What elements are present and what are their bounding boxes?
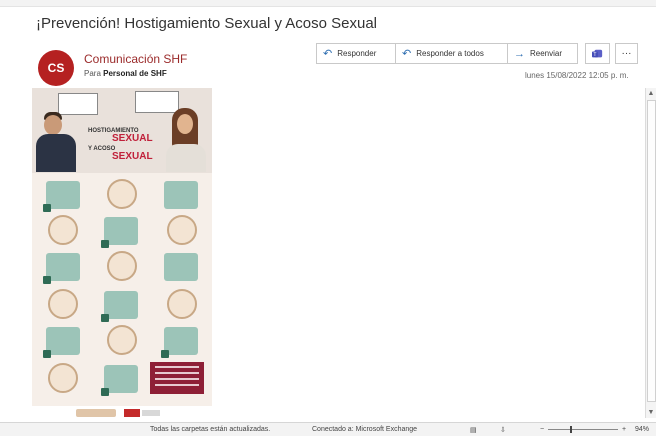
infographic-tile bbox=[48, 363, 78, 393]
scroll-up-icon[interactable]: ▲ bbox=[647, 89, 655, 98]
infographic-tile bbox=[43, 327, 80, 358]
recipients-line: Para Personal de SHF bbox=[84, 69, 167, 78]
infographic-tile bbox=[48, 215, 78, 245]
reading-view-icon[interactable]: ⇩ bbox=[500, 426, 506, 434]
logo-shf bbox=[124, 409, 140, 417]
reply-button[interactable]: ↶ Responder bbox=[316, 43, 396, 64]
teams-button[interactable]: T bbox=[585, 43, 610, 64]
woman-figure-head bbox=[177, 114, 193, 134]
man-figure-head bbox=[44, 115, 62, 135]
to-recipient[interactable]: Personal de SHF bbox=[103, 69, 167, 78]
poster-footer-logos bbox=[76, 407, 166, 419]
infographic-tile bbox=[164, 181, 198, 209]
connection-status-text: Conectado a: Microsoft Exchange bbox=[312, 426, 418, 433]
infographic-tile bbox=[43, 253, 80, 284]
zoom-in-icon[interactable]: + bbox=[622, 426, 626, 433]
zoom-slider-knob[interactable] bbox=[570, 426, 572, 433]
infographic-tile bbox=[167, 289, 197, 319]
to-label: Para bbox=[84, 69, 101, 78]
sender-avatar[interactable]: CS bbox=[38, 50, 74, 86]
teams-icon: T bbox=[592, 49, 603, 58]
zoom-level[interactable]: 94% bbox=[635, 426, 649, 433]
infographic-tile bbox=[101, 291, 138, 322]
forward-label: Reenviar bbox=[530, 49, 563, 58]
zoom-slider[interactable] bbox=[548, 426, 618, 433]
infographic-tile bbox=[107, 179, 137, 209]
poster-header: HOSTIGAMIENTO SEXUAL Y ACOSO SEXUAL bbox=[32, 88, 212, 173]
poster-title-line2: SEXUAL bbox=[112, 133, 153, 144]
logo-secondary bbox=[142, 410, 160, 416]
speech-bubble-left bbox=[58, 93, 98, 115]
reply-all-icon: ↶ bbox=[402, 48, 412, 60]
logo-hacienda bbox=[76, 409, 116, 417]
infographic-tile bbox=[48, 289, 78, 319]
speech-bubble-right bbox=[135, 91, 179, 113]
reply-all-label: Responder a todos bbox=[416, 49, 484, 58]
infographic-tile bbox=[164, 253, 198, 281]
poster-title-line4: SEXUAL bbox=[112, 151, 153, 162]
reply-label: Responder bbox=[337, 49, 377, 58]
forward-icon: → bbox=[514, 47, 525, 60]
scroll-down-icon[interactable]: ▼ bbox=[647, 408, 655, 417]
infographic-tile bbox=[107, 251, 137, 281]
infographic-tile bbox=[161, 327, 198, 358]
man-figure-body bbox=[36, 134, 76, 172]
campaign-poster-image: HOSTIGAMIENTO SEXUAL Y ACOSO SEXUAL bbox=[32, 88, 212, 406]
more-actions-button[interactable]: ··· bbox=[615, 43, 638, 64]
window-top-border bbox=[0, 0, 656, 7]
scrollbar-thumb[interactable] bbox=[647, 100, 656, 402]
woman-figure-body bbox=[166, 144, 206, 172]
message-scrollbar[interactable]: ▲ ▼ bbox=[645, 88, 656, 418]
infographic-tile bbox=[101, 217, 138, 248]
reply-icon: ↶ bbox=[323, 48, 333, 60]
infographic-tile bbox=[107, 325, 137, 355]
status-bar: Todas las carpetas están actualizadas. C… bbox=[0, 422, 656, 436]
poster-call-to-action-box bbox=[150, 362, 204, 394]
normal-view-icon[interactable]: ▤ bbox=[470, 426, 477, 434]
sender-name[interactable]: Comunicación SHF bbox=[84, 52, 187, 66]
forward-button[interactable]: → Reenviar bbox=[507, 43, 578, 64]
infographic-tile bbox=[101, 365, 138, 396]
received-timestamp: lunes 15/08/2022 12:05 p. m. bbox=[525, 71, 629, 80]
infographic-tile bbox=[43, 181, 80, 212]
infographic-tile bbox=[167, 215, 197, 245]
reply-all-button[interactable]: ↶ Responder a todos bbox=[395, 43, 508, 64]
zoom-out-icon[interactable]: − bbox=[540, 426, 544, 433]
svg-text:T: T bbox=[593, 52, 596, 58]
folders-status-text: Todas las carpetas están actualizadas. bbox=[150, 426, 271, 433]
email-subject: ¡Prevención! Hostigamiento Sexual y Acos… bbox=[36, 15, 378, 32]
